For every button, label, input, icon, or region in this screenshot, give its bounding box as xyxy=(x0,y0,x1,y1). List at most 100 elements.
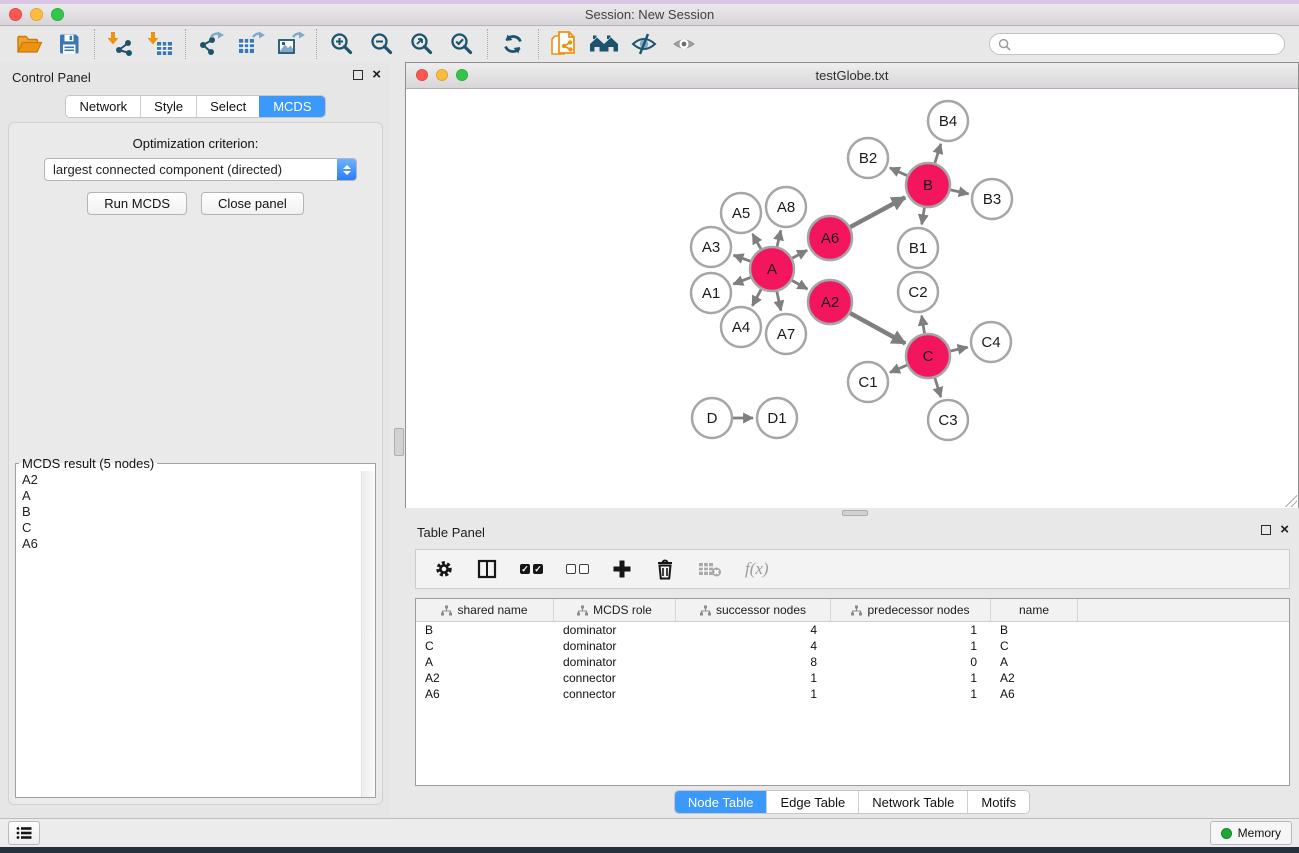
column-selector-button[interactable] xyxy=(477,559,497,579)
graph-edge-C-C3[interactable] xyxy=(935,378,941,397)
graph-edge-C-C2[interactable] xyxy=(922,316,925,334)
select-all-button[interactable]: ✓ ✓ xyxy=(520,564,543,574)
network-from-document-button[interactable] xyxy=(544,28,584,60)
graph-edge-C-C1[interactable] xyxy=(890,365,907,372)
close-window-button[interactable] xyxy=(9,8,22,21)
zoom-out-button[interactable] xyxy=(362,28,402,60)
show-all-button[interactable] xyxy=(664,28,704,60)
memory-button[interactable]: Memory xyxy=(1210,821,1292,845)
graph-node-A7[interactable]: A7 xyxy=(766,314,806,354)
zoom-window-button[interactable] xyxy=(51,8,64,21)
close-table-panel-icon[interactable]: × xyxy=(1280,525,1289,535)
export-table-button[interactable] xyxy=(231,28,271,60)
graph-node-C4[interactable]: C4 xyxy=(971,322,1011,362)
graph-node-A[interactable]: A xyxy=(750,247,794,291)
table-row[interactable]: A6connector11A6 xyxy=(416,686,1289,702)
graph-node-A4[interactable]: A4 xyxy=(721,307,761,347)
tab-motifs[interactable]: Motifs xyxy=(967,791,1029,813)
table-row[interactable]: A2connector11A2 xyxy=(416,670,1289,686)
graph-edge-B-B3[interactable] xyxy=(950,190,968,194)
tab-edge-table[interactable]: Edge Table xyxy=(766,791,858,813)
graph-edge-A-A5[interactable] xyxy=(753,234,761,249)
graph-node-C3[interactable]: C3 xyxy=(928,400,968,440)
column-header-MCDS-role[interactable]: MCDS role xyxy=(554,599,676,621)
import-table-button[interactable] xyxy=(140,28,180,60)
result-list-scrollbar[interactable] xyxy=(361,471,375,797)
delete-column-button[interactable] xyxy=(655,558,675,580)
mcds-result-item[interactable]: C xyxy=(22,520,362,536)
table-row[interactable]: Adominator80A xyxy=(416,654,1289,670)
search-input[interactable] xyxy=(1016,36,1276,52)
tab-node-table[interactable]: Node Table xyxy=(675,791,767,813)
graph-node-C1[interactable]: C1 xyxy=(848,362,888,402)
add-column-button[interactable] xyxy=(612,559,632,579)
window-resize-grip[interactable] xyxy=(1285,495,1297,507)
graph-node-A1[interactable]: A1 xyxy=(691,273,731,313)
table-row[interactable]: Cdominator41C xyxy=(416,638,1289,654)
graph-node-A8[interactable]: A8 xyxy=(766,187,806,227)
graph-edge-C-C4[interactable] xyxy=(950,347,967,351)
graph-edge-B-B4[interactable] xyxy=(935,144,941,163)
refresh-view-button[interactable] xyxy=(493,28,533,60)
graph-node-B4[interactable]: B4 xyxy=(928,101,968,141)
close-panel-button[interactable]: Close panel xyxy=(201,192,304,215)
tab-network[interactable]: Network xyxy=(66,96,140,117)
network-close-button[interactable] xyxy=(416,69,428,81)
network-canvas[interactable]: B4B2BB3A8A5A6B1A3AA1C2A2A4A7C4CC1C3DD1 xyxy=(406,89,1298,508)
panel-splitter-horizontal[interactable] xyxy=(405,508,1299,517)
graph-node-B3[interactable]: B3 xyxy=(972,179,1012,219)
network-zoom-button[interactable] xyxy=(456,69,468,81)
tab-mcds[interactable]: MCDS xyxy=(259,96,324,117)
graph-node-B2[interactable]: B2 xyxy=(848,138,888,178)
graph-node-A5[interactable]: A5 xyxy=(721,193,761,233)
close-panel-icon[interactable]: × xyxy=(372,70,381,80)
search-field[interactable] xyxy=(989,33,1285,55)
graph-edge-A-A7[interactable] xyxy=(777,291,781,310)
zoom-selected-button[interactable] xyxy=(442,28,482,60)
minimize-window-button[interactable] xyxy=(30,8,43,21)
graph-node-C[interactable]: C xyxy=(906,334,950,378)
export-network-button[interactable] xyxy=(191,28,231,60)
import-network-button[interactable] xyxy=(100,28,140,60)
column-header-name[interactable]: name xyxy=(991,599,1078,621)
float-panel-icon[interactable] xyxy=(353,70,363,80)
graph-edge-B-B1[interactable] xyxy=(922,208,925,225)
graph-node-B[interactable]: B xyxy=(906,163,950,207)
graph-edge-B-B2[interactable] xyxy=(890,168,907,176)
open-session-button[interactable] xyxy=(9,28,49,60)
table-settings-button[interactable] xyxy=(434,559,454,579)
graph-edge-A-A2[interactable] xyxy=(792,280,807,289)
graph-edge-A-A6[interactable] xyxy=(792,250,807,258)
mcds-result-item[interactable]: A xyxy=(22,488,362,504)
hide-selected-button[interactable] xyxy=(624,28,664,60)
home-layout-button[interactable] xyxy=(584,28,624,60)
graph-edge-A-A1[interactable] xyxy=(733,277,750,284)
column-header-predecessor-nodes[interactable]: predecessor nodes xyxy=(831,599,991,621)
graph-node-A2[interactable]: A2 xyxy=(808,280,852,324)
deselect-all-button[interactable] xyxy=(566,564,589,574)
graph-node-B1[interactable]: B1 xyxy=(898,228,938,268)
column-header-shared-name[interactable]: shared name xyxy=(416,599,554,621)
export-image-button[interactable] xyxy=(271,28,311,60)
graph-node-C2[interactable]: C2 xyxy=(898,272,938,312)
zoom-in-button[interactable] xyxy=(322,28,362,60)
graph-edge-A6-B[interactable] xyxy=(850,197,905,227)
tab-select[interactable]: Select xyxy=(196,96,259,117)
graph-edge-A-A8[interactable] xyxy=(777,230,781,246)
float-table-panel-icon[interactable] xyxy=(1261,525,1271,535)
graph-edge-A-A3[interactable] xyxy=(734,255,751,261)
table-row[interactable]: Bdominator41B xyxy=(416,622,1289,638)
graph-node-D1[interactable]: D1 xyxy=(757,398,797,438)
graph-edge-A2-C[interactable] xyxy=(850,313,905,343)
graph-node-A3[interactable]: A3 xyxy=(691,227,731,267)
zoom-fit-button[interactable] xyxy=(402,28,442,60)
graph-node-D[interactable]: D xyxy=(692,398,732,438)
splitter-grip[interactable] xyxy=(842,510,868,516)
network-minimize-button[interactable] xyxy=(436,69,448,81)
mcds-result-item[interactable]: A2 xyxy=(22,472,362,488)
optimization-criterion-dropdown[interactable]: largest connected component (directed) xyxy=(44,158,357,181)
task-history-button[interactable] xyxy=(8,821,40,845)
panel-splitter-vertical[interactable] xyxy=(391,62,405,818)
graph-edge-A-A4[interactable] xyxy=(752,289,761,306)
mcds-result-item[interactable]: A6 xyxy=(22,536,362,552)
